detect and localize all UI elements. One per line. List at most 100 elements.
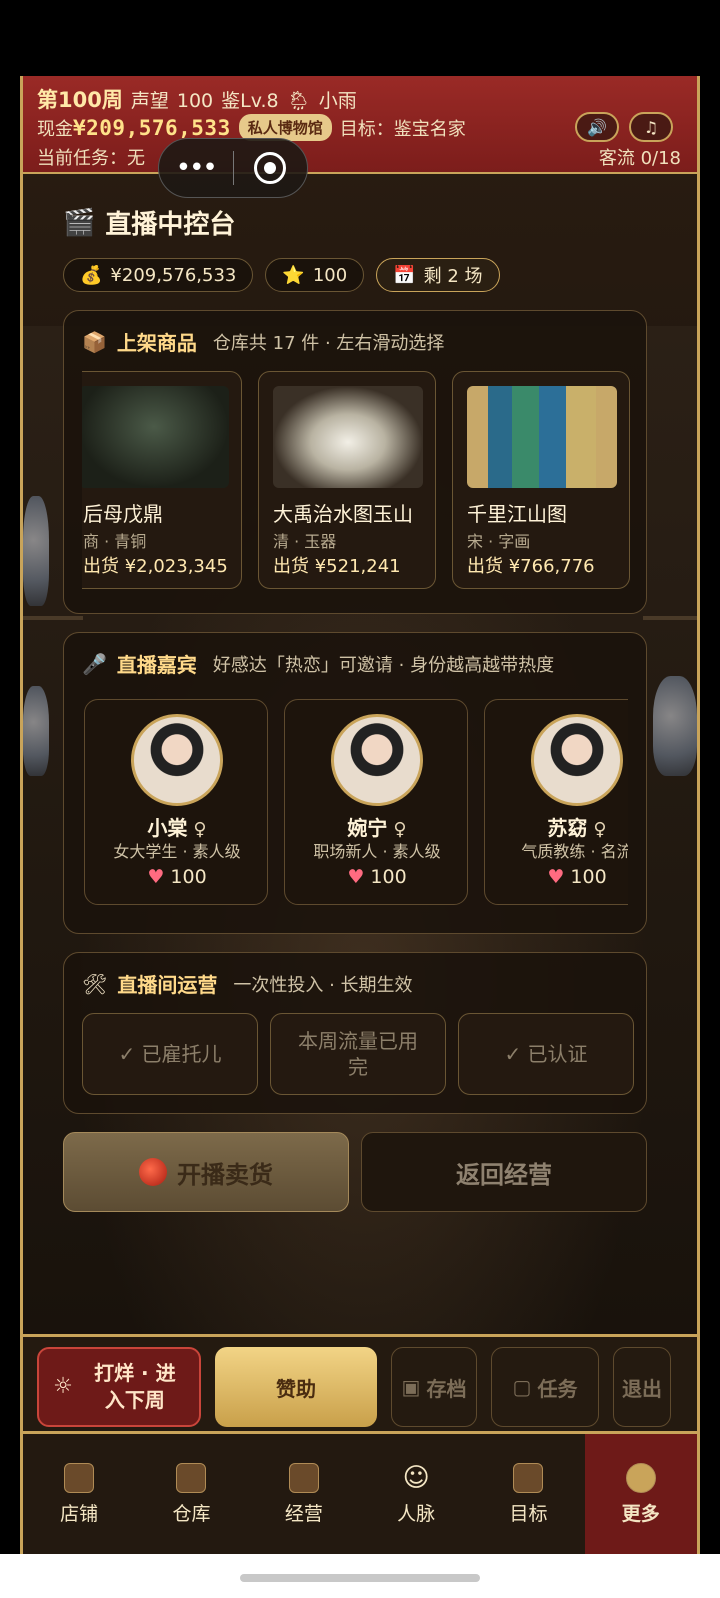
exit-button[interactable]: 退出 [613,1347,671,1427]
clapperboard-icon: 🎬 [63,207,96,238]
microphone-icon: 🎤 [82,651,107,676]
calendar-icon: 📅 [393,264,416,286]
operations-panel-subtitle: 一次性投入 · 长期生效 [233,974,413,996]
more-dots-icon[interactable]: ••• [159,153,233,183]
affection-value: 100 [170,866,207,888]
back-to-business-button[interactable]: 返回经营 [361,1132,647,1212]
record-dot-icon [139,1158,167,1186]
affection-row: ♥ 100 [285,866,469,888]
sound-button[interactable]: 🔊 [575,112,619,142]
warehouse-icon [176,1462,207,1493]
guest-role: 气质教练 · 名流 [521,842,628,861]
affection-row: ♥ 100 [85,866,269,888]
guest-name-row: 苏窈 ♀ [485,812,628,841]
traffic-button[interactable]: 本周流量已用完 [270,1013,446,1095]
tab-business[interactable]: 经营 [248,1434,360,1554]
customer-flow: 客流 0/18 [598,148,681,169]
female-icon: ♀ [193,819,207,840]
tab-shop[interactable]: 店铺 [23,1434,135,1554]
console-title-text: 直播中控台 [105,210,236,240]
money-stat-value: ¥209,576,533 [110,264,237,286]
tab-contacts[interactable]: ☺ 人脉 [360,1434,472,1554]
guest-name-row: 小棠 ♀ [85,812,269,841]
home-indicator[interactable] [240,1574,480,1582]
guest-carousel[interactable]: 小棠 ♀ 女大学生 · 素人级 ♥ 100 婉宁 ♀ 职场新人 · 素人级 ♥ 100 … [84,699,628,909]
guest-panel-subtitle: 好感达「热恋」可邀请 · 身份越高越带热度 [212,654,555,676]
next-week-label: 打烊 · 进入下周 [94,1361,176,1412]
week-label: 第100周 [37,88,123,112]
goal-label: 目标：鉴宝名家 [339,118,466,140]
guest-name: 小棠 [147,816,188,840]
tab-goal[interactable]: 目标 [472,1434,584,1554]
shop-icon [64,1462,95,1493]
guest-panel-title: 直播嘉宾 [116,653,197,677]
female-icon: ♀ [593,819,607,840]
hire-shill-button[interactable]: ✓ 已雇托儿 [82,1013,258,1095]
goods-meta: 商 · 青铜 [83,532,147,551]
guest-name: 婉宁 [347,816,388,840]
tab-label: 人脉 [397,1502,436,1525]
tab-label: 店铺 [60,1502,99,1525]
goods-card[interactable]: 千里江山图 宋 · 字画 出货 ¥766,776 [452,371,630,589]
goods-card[interactable]: 大禹治水图玉山 清 · 玉器 出货 ¥521,241 [258,371,436,589]
female-icon: ♀ [393,819,407,840]
task-button[interactable]: ▢ 任务 [491,1347,599,1427]
goods-panel-header: 📦 上架商品 仓库共 17 件 · 左右滑动选择 [82,327,444,356]
floppy-icon: ▣ [401,1375,421,1399]
appraisal-level: 鉴Lv.8 [221,90,279,112]
more-icon [625,1462,656,1493]
guest-card[interactable]: 苏窈 ♀ 气质教练 · 名流 ♥ 100 [484,699,628,905]
close-miniapp-button[interactable] [234,152,308,184]
shelf [643,616,697,620]
cash-label: 现金 [37,118,73,140]
target-circle-icon [254,152,287,184]
bottom-tab-bar: 店铺 仓库 经营 ☺ 人脉 目标 更多 [23,1434,697,1554]
guest-card[interactable]: 婉宁 ♀ 职场新人 · 素人级 ♥ 100 [284,699,468,905]
top-header: 第100周 声望 100 鉴Lv.8 🌦 小雨 现金 ¥209,576,533 … [23,76,697,174]
header-row-cash: 现金 ¥209,576,533 私人博物馆 目标：鉴宝名家 [37,114,466,141]
goods-panel: 📦 上架商品 仓库共 17 件 · 左右滑动选择 后母戊鼎 商 · 青铜 出货 … [63,310,647,614]
weather-icon: 🌦 [286,90,311,112]
tab-label: 仓库 [172,1502,211,1525]
music-note-icon: ♫ [643,117,659,137]
weather-label: 小雨 [318,90,357,112]
goods-carousel[interactable]: 后母戊鼎 商 · 青铜 出货 ¥2,023,345 大禹治水图玉山 清 · 玉器… [82,371,630,591]
heart-icon: ♥ [547,866,565,888]
operations-panel: 🛠 直播间运营 一次性投入 · 长期生效 ✓ 已雇托儿 本周流量已用完 ✓ 已认… [63,952,647,1114]
task-label: 任务 [537,1376,578,1401]
tab-more[interactable]: 更多 [584,1434,697,1554]
goods-name: 大禹治水图玉山 [273,502,413,526]
tab-warehouse[interactable]: 仓库 [135,1434,247,1554]
money-bag-icon: 💰 [80,264,103,286]
sponsor-button[interactable]: 赞助 [215,1347,377,1427]
goods-card[interactable]: 后母戊鼎 商 · 青铜 出货 ¥2,023,345 [82,371,242,589]
save-button[interactable]: ▣ 存档 [391,1347,477,1427]
goods-price: 出货 ¥521,241 [273,556,401,577]
start-live-button[interactable]: 开播卖货 [63,1132,349,1212]
guest-name: 苏窈 [547,816,588,840]
action-bar: ☼ 打烊 · 进入下周 赞助 ▣ 存档 ▢ 任务 退出 [23,1334,697,1434]
fame-value: 100 [176,90,214,112]
guest-card[interactable]: 小棠 ♀ 女大学生 · 素人级 ♥ 100 [84,699,268,905]
goods-panel-subtitle: 仓库共 17 件 · 左右滑动选择 [212,332,445,354]
remaining-stat: 📅 剩 2 场 [376,258,500,292]
save-label: 存档 [426,1376,467,1401]
remaining-stat-value: 剩 2 场 [423,266,483,287]
people-icon: ☺ [402,1462,430,1493]
goods-name: 后母戊鼎 [83,502,163,526]
avatar [531,714,623,806]
home-indicator-bar [0,1554,720,1598]
guest-name-row: 婉宁 ♀ [285,812,469,841]
cash-value: ¥209,576,533 [73,115,231,140]
fame-label: 声望 [130,90,169,112]
music-button[interactable]: ♫ [629,112,673,142]
tab-label: 更多 [621,1502,660,1525]
goods-meta: 宋 · 字画 [467,532,531,551]
heart-icon: ♥ [147,866,165,888]
status-bar [0,0,720,76]
guest-role: 职场新人 · 素人级 [313,842,441,861]
goods-meta: 清 · 玉器 [273,532,337,551]
operations-panel-title: 直播间运营 [117,973,218,997]
next-week-button[interactable]: ☼ 打烊 · 进入下周 [37,1347,201,1427]
verification-button[interactable]: ✓ 已认证 [458,1013,634,1095]
